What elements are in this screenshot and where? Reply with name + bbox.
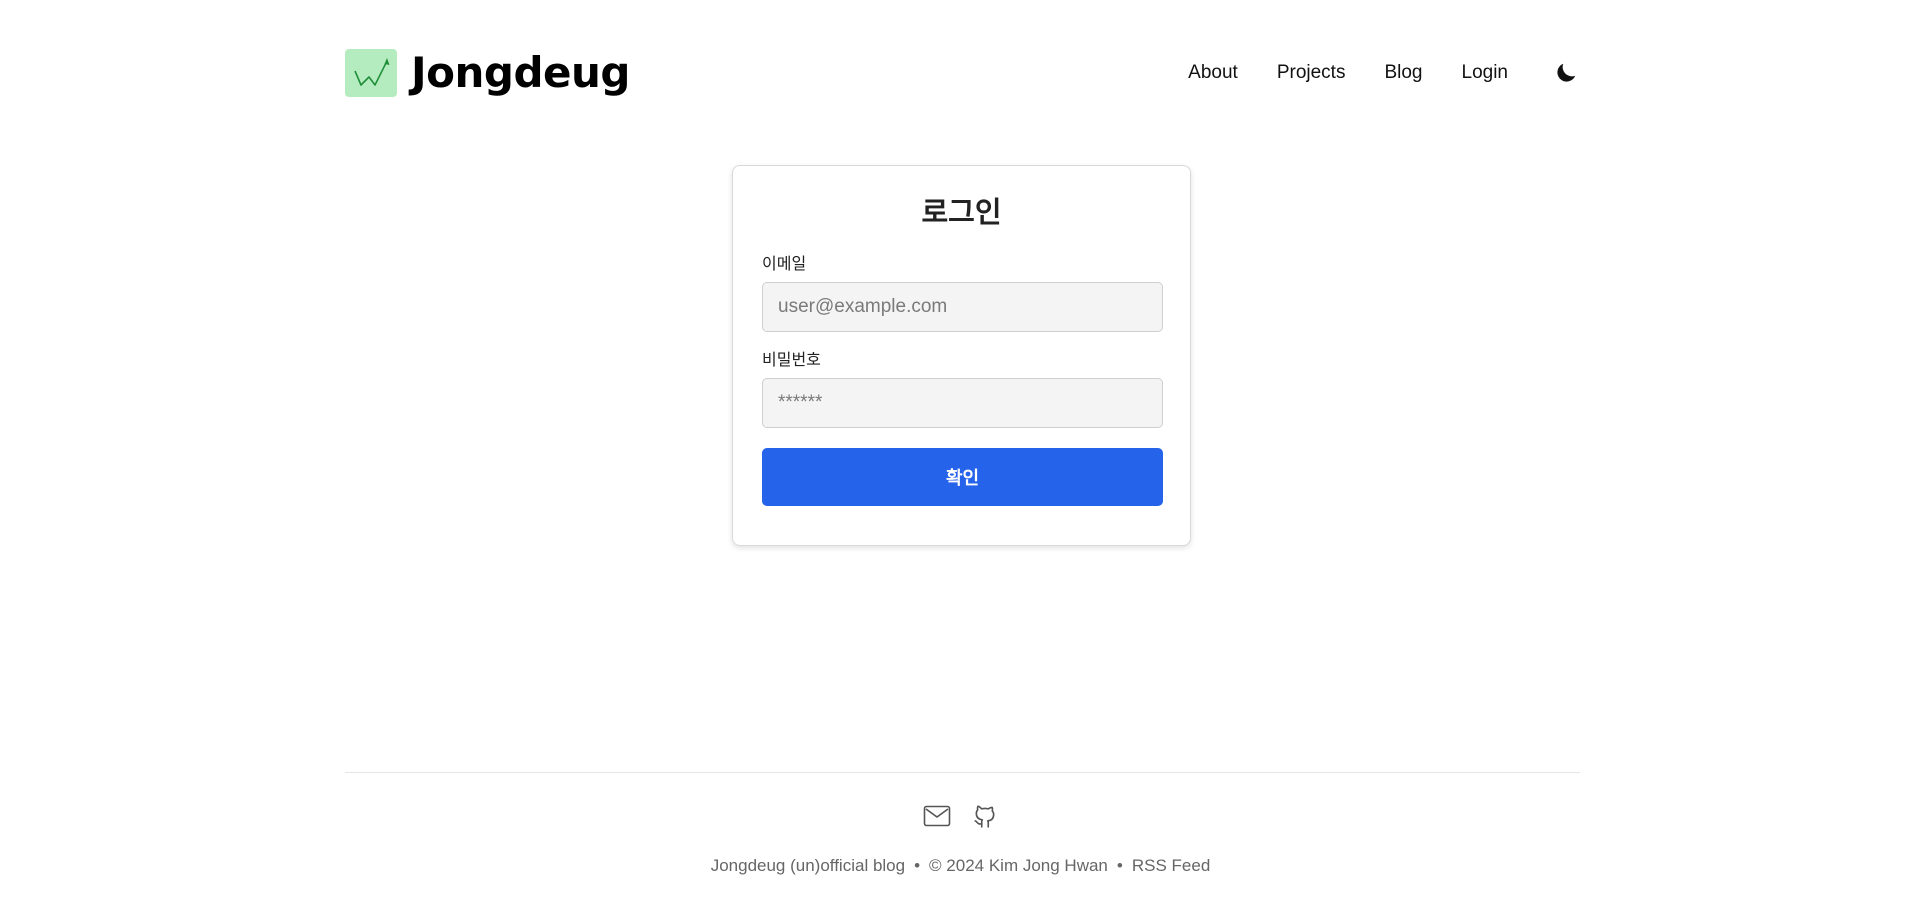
rss-feed-link[interactable]: RSS Feed — [1132, 856, 1210, 875]
mail-icon[interactable] — [923, 802, 951, 830]
submit-button[interactable]: 확인 — [762, 448, 1163, 506]
footer-blog-name: Jongdeug (un)official blog — [710, 856, 906, 875]
footer-separator: • — [1116, 856, 1123, 875]
nav-about[interactable]: About — [1188, 62, 1238, 84]
footer-divider — [345, 772, 1580, 773]
site-header: Jongdeug About Projects Blog Login — [345, 44, 1580, 102]
moon-icon[interactable] — [1552, 59, 1580, 87]
brand-name: Jongdeug — [411, 48, 630, 97]
nav-projects[interactable]: Projects — [1277, 62, 1346, 84]
nav-blog[interactable]: Blog — [1384, 62, 1422, 84]
github-icon[interactable] — [971, 802, 999, 830]
login-title: 로그인 — [921, 195, 1002, 229]
brand-link[interactable]: Jongdeug — [345, 49, 630, 97]
page: Jongdeug About Projects Blog Login 로그인 이… — [0, 0, 1921, 897]
email-label: 이메일 — [762, 254, 807, 273]
footer-social-links — [0, 802, 1921, 830]
password-label: 비밀번호 — [762, 350, 821, 369]
nav-login[interactable]: Login — [1462, 62, 1509, 84]
footer-text: Jongdeug (un)official blog • © 2024 Kim Jo… — [0, 856, 1921, 876]
password-field[interactable] — [762, 378, 1163, 428]
footer-copyright: © 2024 Kim Jong Hwan — [929, 856, 1108, 875]
footer-separator: • — [914, 856, 921, 875]
trend-chart-icon — [345, 49, 397, 97]
login-card: 로그인 이메일 비밀번호 확인 — [732, 165, 1191, 546]
main-nav: About Projects Blog Login — [1188, 59, 1580, 87]
email-field[interactable] — [762, 282, 1163, 332]
